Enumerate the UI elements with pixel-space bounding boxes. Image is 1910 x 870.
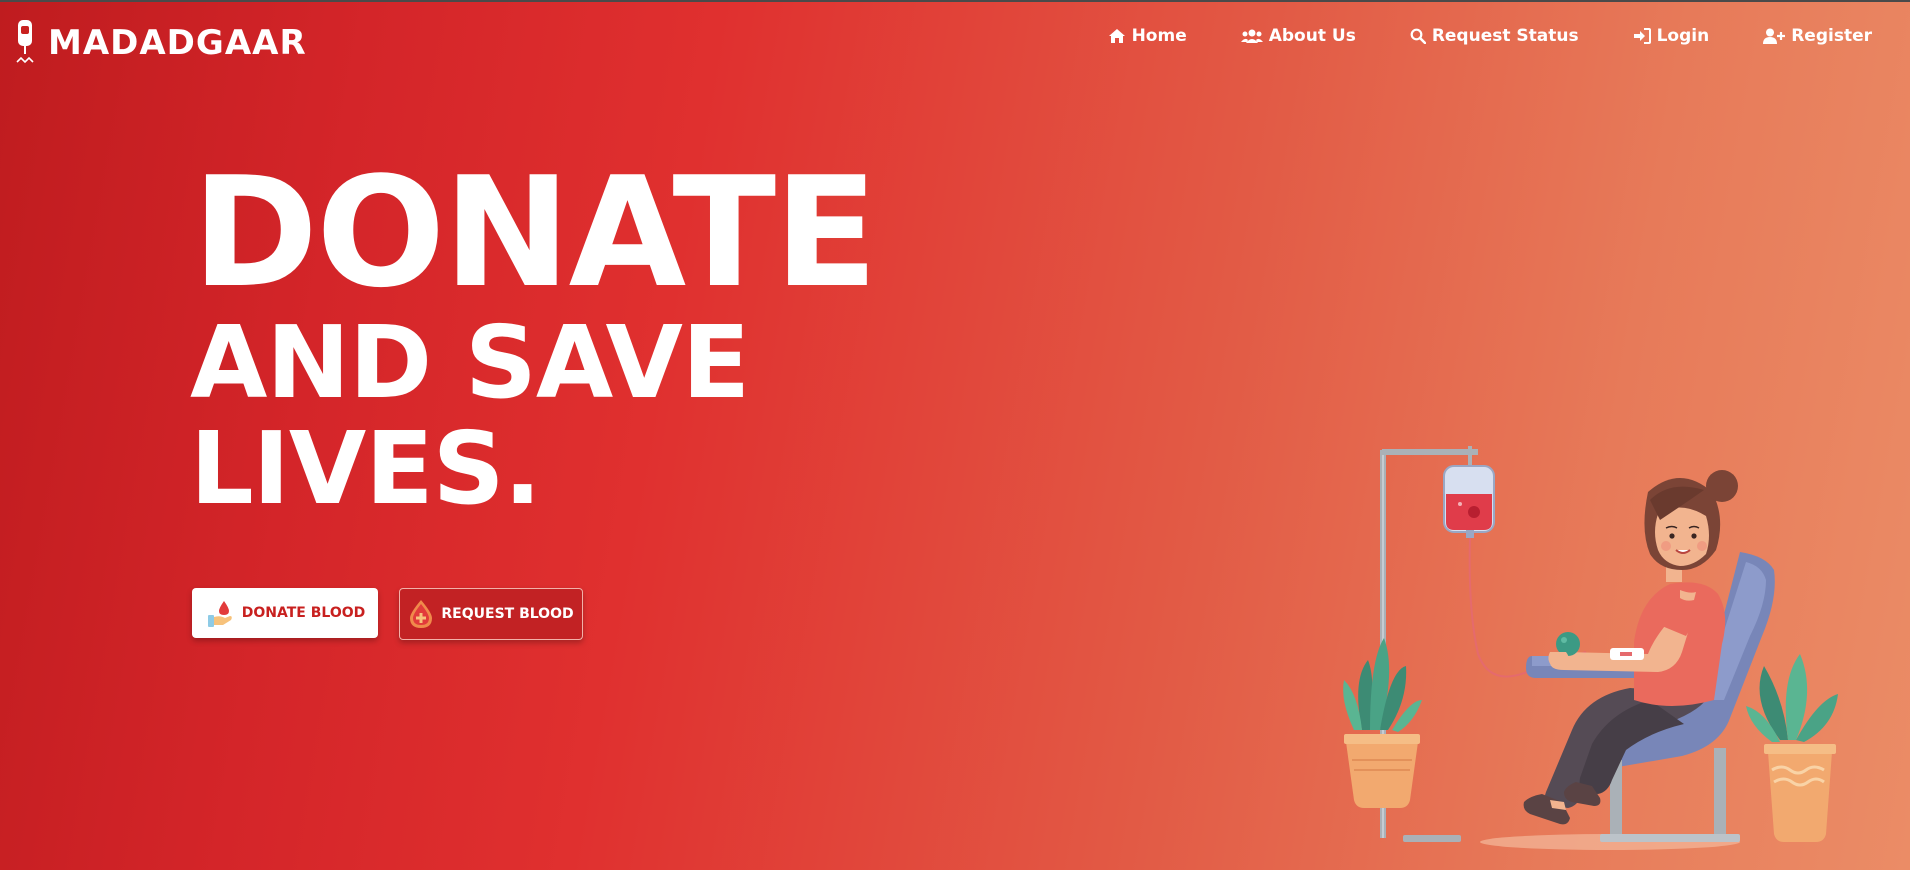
left-plant bbox=[1343, 638, 1422, 808]
nav-request-status-label: Request Status bbox=[1431, 26, 1579, 46]
brand-name: MADADGAAR bbox=[48, 23, 307, 63]
donate-blood-button[interactable]: DONATE BLOOD bbox=[192, 588, 378, 638]
users-icon bbox=[1240, 29, 1263, 43]
nav-login[interactable]: Login bbox=[1633, 26, 1710, 46]
nav-about-us-label: About Us bbox=[1268, 26, 1356, 46]
nav-about-us[interactable]: About Us bbox=[1240, 26, 1356, 46]
blood-donation-illustration bbox=[1343, 446, 1838, 850]
nav-home[interactable]: Home bbox=[1108, 26, 1187, 46]
user-plus-icon bbox=[1763, 28, 1786, 44]
home-icon bbox=[1108, 29, 1125, 43]
nav-login-label: Login bbox=[1656, 26, 1710, 46]
hero-title-line-2: AND SAVE bbox=[190, 304, 750, 421]
request-blood-label: REQUEST BLOOD bbox=[441, 606, 574, 622]
hero-title-line-3: LIVES. bbox=[190, 410, 542, 527]
sign-in-icon bbox=[1633, 28, 1651, 44]
nav-register-label: Register bbox=[1791, 26, 1872, 46]
main-nav: Home About Us Request Status Login Regis… bbox=[1054, 26, 1872, 46]
search-icon bbox=[1410, 28, 1426, 44]
top-border bbox=[0, 0, 1910, 2]
right-plant bbox=[1746, 654, 1838, 842]
blood-bag-icon bbox=[14, 18, 40, 68]
nav-request-status[interactable]: Request Status bbox=[1410, 26, 1579, 46]
donate-hand-icon bbox=[205, 598, 235, 628]
landing-page: MADADGAAR Home About Us Request Status L… bbox=[0, 0, 1910, 870]
request-blood-button[interactable]: REQUEST BLOOD bbox=[399, 588, 583, 640]
blood-drop-plus-icon bbox=[408, 599, 434, 629]
donate-blood-label: DONATE BLOOD bbox=[241, 605, 366, 621]
nav-register[interactable]: Register bbox=[1763, 26, 1872, 46]
nav-home-label: Home bbox=[1131, 26, 1187, 46]
brand-link[interactable]: MADADGAAR bbox=[14, 18, 307, 68]
hero-title-line-1: DONATE bbox=[192, 144, 878, 321]
